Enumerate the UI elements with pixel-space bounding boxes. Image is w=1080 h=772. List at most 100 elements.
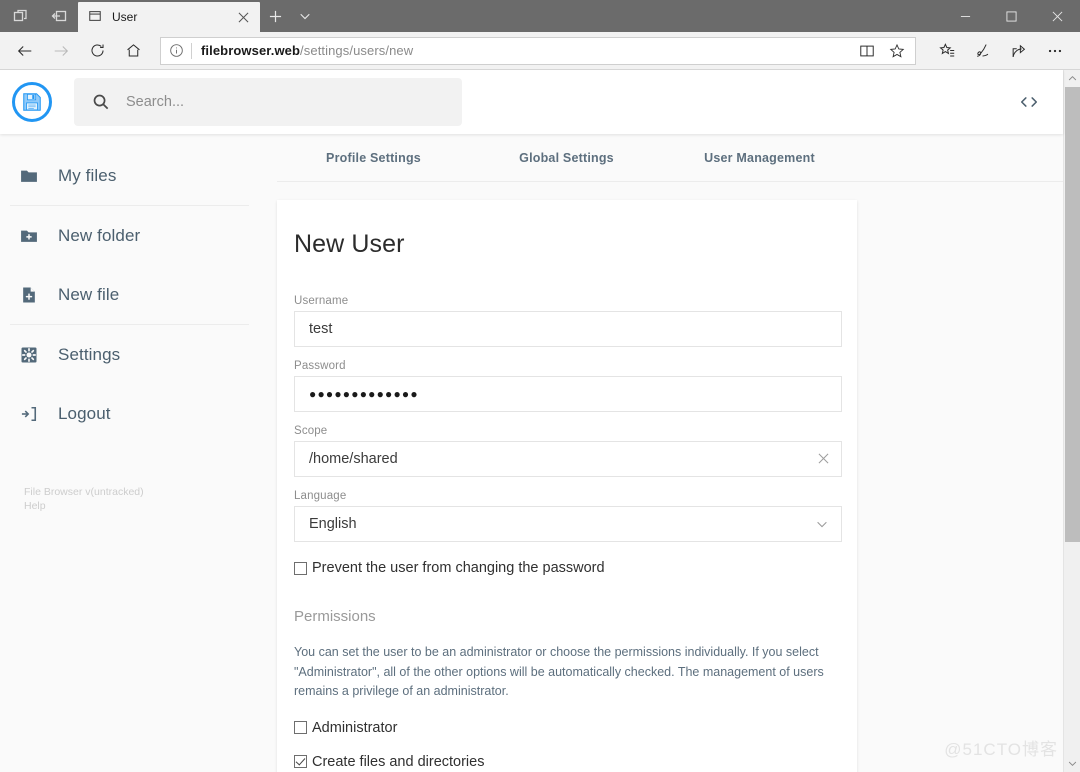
pen-icon[interactable] <box>966 35 1000 67</box>
sidebar-item-new-file[interactable]: New file <box>0 265 277 324</box>
address-bar-separator <box>191 42 192 59</box>
refresh-icon[interactable] <box>80 35 114 67</box>
password-label: Password <box>294 360 346 372</box>
floppy-disk-logo-icon[interactable] <box>12 82 52 122</box>
browser-window: User filebrowser.web/settings/users/new … <box>0 0 1080 772</box>
sidebar-item-label: Settings <box>58 344 121 364</box>
info-circle-icon[interactable] <box>169 43 184 58</box>
scope-input[interactable]: /home/shared <box>294 441 842 477</box>
share-icon[interactable] <box>1002 35 1036 67</box>
arrow-right-icon[interactable] <box>44 35 78 67</box>
language-select[interactable]: English <box>294 506 842 542</box>
browser-navbar: filebrowser.web/settings/users/new <box>0 32 1080 70</box>
lock-password-checkbox[interactable] <box>294 561 307 575</box>
close-icon[interactable] <box>812 451 829 467</box>
chevron-down-icon[interactable] <box>815 517 829 531</box>
arrow-left-icon[interactable] <box>8 35 42 67</box>
search-icon <box>92 93 110 111</box>
tab-profile-settings[interactable]: Profile Settings <box>277 151 470 165</box>
star-icon[interactable] <box>883 38 911 64</box>
app-body: My files New folder New file Settings Lo… <box>0 134 1063 772</box>
address-bar[interactable]: filebrowser.web/settings/users/new <box>160 36 916 65</box>
address-host: filebrowser.web <box>201 43 301 58</box>
scroll-down-chevron-down-icon[interactable] <box>1064 755 1080 772</box>
sidebar-item-label: New folder <box>58 225 141 245</box>
tab-global-settings[interactable]: Global Settings <box>470 151 663 165</box>
address-bar-actions <box>853 38 911 64</box>
page-scrollbar[interactable] <box>1063 70 1080 772</box>
sidebar-item-settings[interactable]: Settings <box>0 325 277 384</box>
password-input[interactable]: ●●●●●●●●●●●●● <box>294 376 842 412</box>
search-input[interactable]: Search... <box>74 78 462 126</box>
minimize-icon[interactable] <box>942 0 988 32</box>
sidebar-footer: File Browser v(untracked) Help <box>0 443 277 513</box>
permissions-heading: Permissions <box>294 608 376 625</box>
window-icon <box>88 9 104 25</box>
permission-administrator-row[interactable]: Administrator <box>294 720 840 736</box>
app-version: File Browser v(untracked) <box>24 486 144 498</box>
sidebar-item-new-folder[interactable]: New folder <box>0 206 277 265</box>
sidebar: My files New folder New file Settings Lo… <box>0 134 277 772</box>
sidebar-item-label: New file <box>58 284 120 304</box>
scroll-up-chevron-up-icon[interactable] <box>1064 70 1080 87</box>
window-close-icon[interactable] <box>1034 0 1080 32</box>
browser-titlebar: User <box>0 0 1080 32</box>
search-placeholder: Search... <box>126 94 185 110</box>
scope-label: Scope <box>294 425 328 437</box>
tab-preview-icon[interactable] <box>6 1 36 31</box>
address-bar-url: filebrowser.web/settings/users/new <box>201 43 413 58</box>
language-field-group: Language English <box>294 490 842 542</box>
code-brackets-icon[interactable] <box>1013 86 1045 118</box>
folder-icon <box>18 166 40 186</box>
scope-field-group: Scope /home/shared <box>294 425 842 477</box>
lock-password-label: Prevent the user from changing the passw… <box>312 560 605 576</box>
username-field-group: Username test <box>294 295 842 347</box>
new-user-card: New User Username test Password ●●●●●●●●… <box>277 200 857 772</box>
administrator-label: Administrator <box>312 719 398 736</box>
help-link[interactable]: Help <box>24 499 277 513</box>
app-header: Search... <box>0 70 1063 134</box>
lock-password-checkbox-row[interactable]: Prevent the user from changing the passw… <box>294 560 840 576</box>
tab-menu-chevron-down-icon[interactable] <box>290 1 320 31</box>
gear-icon <box>18 345 40 365</box>
page-viewport: Search... My files New folder New file S… <box>0 70 1080 772</box>
favorites-hub-icon[interactable] <box>930 35 964 67</box>
sidebar-item-my-files[interactable]: My files <box>0 146 277 205</box>
password-value: ●●●●●●●●●●●●● <box>309 387 419 401</box>
browser-toolbar-right <box>924 35 1072 67</box>
password-field-group: Password ●●●●●●●●●●●●● <box>294 360 842 412</box>
administrator-checkbox[interactable] <box>294 721 307 734</box>
maximize-icon[interactable] <box>988 0 1034 32</box>
create-files-checkbox[interactable] <box>294 755 307 768</box>
page-title: New User <box>294 230 405 258</box>
permissions-description: You can set the user to be an administra… <box>294 645 824 698</box>
folder-plus-icon <box>18 226 40 246</box>
filebrowser-app: Search... My files New folder New file S… <box>0 70 1063 772</box>
sidebar-item-label: My files <box>58 165 117 185</box>
main-content: Profile Settings Global Settings User Ma… <box>277 134 1063 772</box>
browser-tab[interactable]: User <box>78 2 260 32</box>
sidebar-item-logout[interactable]: Logout <box>0 384 277 443</box>
new-tab-button[interactable] <box>260 1 290 31</box>
tab-user-management[interactable]: User Management <box>663 151 856 165</box>
reading-view-icon[interactable] <box>853 38 881 64</box>
window-controls <box>942 0 1080 32</box>
create-files-label: Create files and directories <box>312 753 485 770</box>
ellipsis-icon[interactable] <box>1038 35 1072 67</box>
set-tabs-aside-icon[interactable] <box>44 1 74 31</box>
close-icon[interactable] <box>232 6 254 28</box>
file-plus-icon <box>18 285 40 305</box>
username-value: test <box>309 321 333 337</box>
username-input[interactable]: test <box>294 311 842 347</box>
address-path: /settings/users/new <box>300 43 414 58</box>
scope-value: /home/shared <box>309 451 398 467</box>
scrollbar-thumb[interactable] <box>1065 87 1080 542</box>
tabstrip-left-icons <box>0 0 78 32</box>
settings-tabs: Profile Settings Global Settings User Ma… <box>277 134 1063 182</box>
browser-tab-title: User <box>112 10 138 24</box>
logout-icon <box>18 404 40 424</box>
language-value: English <box>309 516 357 532</box>
language-label: Language <box>294 490 347 502</box>
home-icon[interactable] <box>116 35 150 67</box>
permission-create-row[interactable]: Create files and directories <box>294 754 840 770</box>
